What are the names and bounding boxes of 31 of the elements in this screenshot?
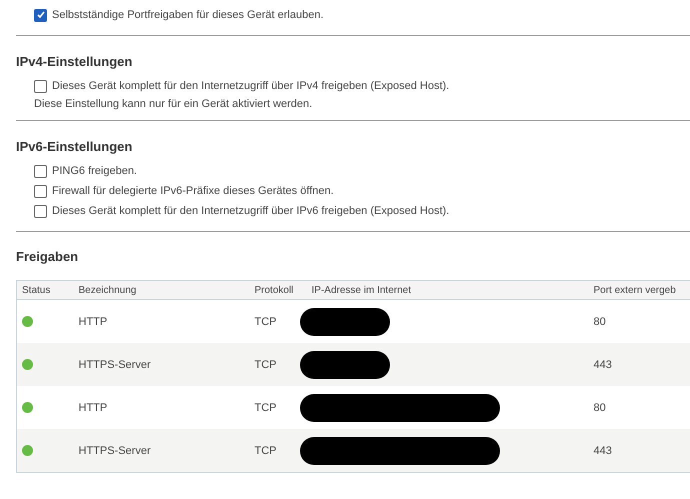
section-heading: IPv4-Einstellungen bbox=[16, 53, 134, 71]
table-cell: HTTP bbox=[78, 402, 108, 414]
checkbox-label: Firewall für delegierte IPv6-Präfixe dieses Gerätes öffnen. bbox=[52, 185, 334, 197]
section-heading: Freigaben bbox=[16, 248, 80, 266]
table-cell: 80 bbox=[594, 402, 606, 414]
checkbox[interactable] bbox=[34, 8, 47, 22]
checkbox-label: Dieses Gerät komplett für den Internetzugriff über IPv4 freigeben (Exposed Host). bbox=[52, 80, 450, 92]
checkbox-label: Selbstständige Portfreigaben für dieses Gerät erlauben. bbox=[52, 9, 324, 21]
column-header: Protokoll bbox=[250, 280, 306, 300]
column-header: Bezeichnung bbox=[74, 280, 250, 300]
column-header: Port extern vergeb bbox=[588, 280, 690, 300]
checkbox[interactable] bbox=[34, 80, 47, 92]
section-heading: IPv6-Einstellungen bbox=[16, 138, 134, 156]
table-cell: HTTP bbox=[78, 316, 108, 328]
checkbox[interactable] bbox=[34, 204, 47, 218]
table-cell: TCP bbox=[254, 444, 276, 456]
table-cell: TCP bbox=[254, 402, 276, 414]
checkbox[interactable] bbox=[34, 184, 47, 198]
table-cell: TCP bbox=[254, 316, 276, 328]
hint-text: Diese Einstellung kann nur für ein Gerät aktiviert werden. bbox=[33, 97, 314, 110]
table-cell: 443 bbox=[594, 444, 612, 456]
table-cell: 80 bbox=[594, 316, 606, 328]
checkbox-label: PING6 freigeben. bbox=[52, 165, 137, 177]
column-header: IP-Adresse im Internet bbox=[306, 280, 588, 300]
checkbox[interactable] bbox=[34, 164, 47, 178]
table-cell: TCP bbox=[254, 358, 276, 370]
table-cell: HTTPS-Server bbox=[78, 358, 151, 370]
table-cell: 443 bbox=[594, 358, 612, 370]
column-header: Status bbox=[16, 280, 74, 300]
checkbox-label: Dieses Gerät komplett für den Internetzugriff über IPv6 freigeben (Exposed Host). bbox=[52, 205, 450, 217]
table-cell: HTTPS-Server bbox=[78, 444, 151, 456]
